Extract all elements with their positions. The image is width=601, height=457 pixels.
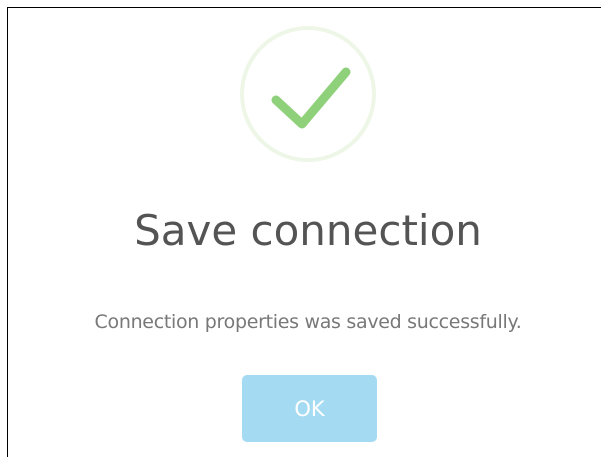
- dialog-title: Save connection: [134, 206, 482, 255]
- ok-button[interactable]: OK: [242, 375, 377, 442]
- success-icon: [240, 26, 376, 162]
- checkmark-icon: [271, 67, 351, 129]
- dialog-message: Connection properties was saved successf…: [94, 311, 522, 333]
- save-connection-dialog: Save connection Connection properties wa…: [7, 7, 601, 457]
